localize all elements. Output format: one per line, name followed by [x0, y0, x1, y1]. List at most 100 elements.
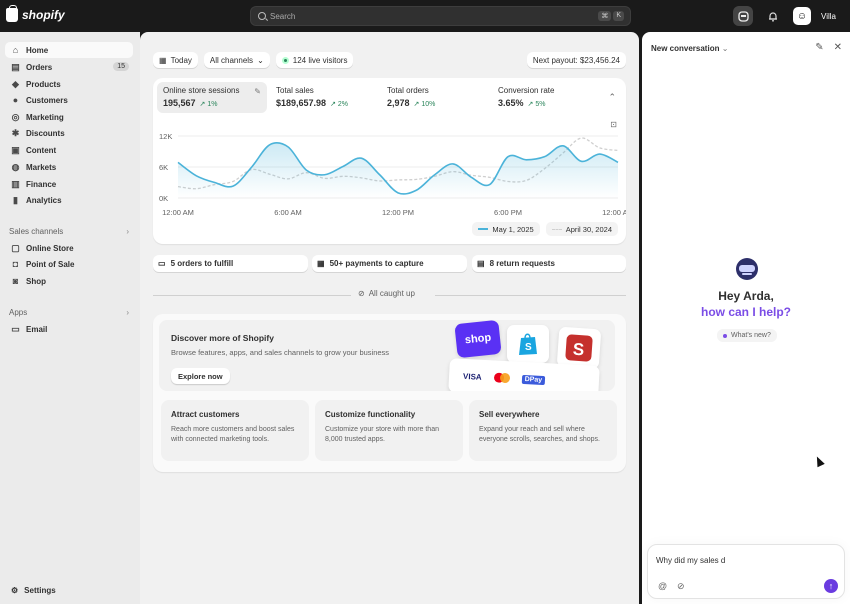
sidebar-item-discounts[interactable]: ✱ Discounts [5, 125, 133, 141]
sidebar-item-point-of-sale[interactable]: ◘ Point of Sale [5, 256, 133, 272]
inbox-icon: ▭ [158, 259, 166, 268]
task-orders-to-fulfill[interactable]: ▭ 5 orders to fulfill [153, 255, 308, 272]
mention-icon[interactable]: @ [658, 581, 667, 591]
sidekick-avatar-icon [736, 258, 758, 280]
send-button[interactable]: ↑ [824, 579, 838, 593]
next-payout-button[interactable]: Next payout: $23,456.24 [526, 52, 626, 68]
close-icon[interactable]: ✕ [834, 42, 842, 53]
metric-label: Total sales [276, 86, 314, 95]
discover-banner: Discover more of Shopify Browse features… [159, 320, 615, 391]
live-visitors-button[interactable]: 124 live visitors [275, 52, 354, 68]
user-name[interactable]: Villa [821, 12, 836, 21]
settings-label: Settings [24, 586, 56, 595]
sidebar-item-home[interactable]: ⌂ Home [5, 42, 133, 58]
metric-change: ↗ 10% [413, 101, 436, 108]
sidekick-button[interactable] [733, 6, 754, 26]
sidebar-item-analytics[interactable]: ▮ Analytics [5, 192, 133, 208]
shopify-logo[interactable]: shopify [6, 5, 65, 22]
sidebar-item-customers[interactable]: ● Customers [5, 92, 133, 108]
attract-customers-card[interactable]: Attract customers Reach more customers a… [161, 400, 309, 461]
shopify-pos-tile: S [556, 326, 602, 370]
sidebar-item-email[interactable]: ▭ Email [5, 321, 133, 337]
legend-current-label: May 1, 2025 [492, 224, 534, 234]
sidebar-item-label: Home [26, 45, 49, 55]
greeting-name: Hey Arda, [718, 289, 774, 303]
metric-change: ↗ 1% [199, 101, 218, 108]
sidebar-item-label: Point of Sale [26, 259, 75, 269]
conversation-selector[interactable]: New conversation ⌄ [651, 44, 728, 53]
apps-label: Apps [9, 308, 28, 317]
metric-sessions[interactable]: Online store sessions 195,567 ↗ 1% ✎ [157, 82, 267, 113]
sidebar-item-label: Finance [26, 179, 57, 189]
notifications-button[interactable] [763, 6, 783, 26]
search-placeholder: Search [270, 12, 296, 21]
discover-card: Discover more of Shopify Browse features… [153, 314, 626, 472]
metric-value: 2,978 ↗ 10% [387, 98, 436, 108]
sidebar-item-label: Online Store [26, 243, 74, 253]
legend-previous[interactable]: April 30, 2024 [545, 222, 618, 236]
whats-new-label: What's new? [731, 332, 771, 339]
user-avatar[interactable]: ☺ [793, 7, 812, 25]
whats-new-button[interactable]: What's new? [717, 329, 777, 342]
legend-line-current [478, 228, 489, 230]
task-label: 8 return requests [489, 259, 555, 268]
apps-header[interactable]: Apps › [9, 308, 129, 317]
sidebar-item-label: Email [26, 324, 48, 334]
message-composer[interactable]: Why did my sales d @ ⊘ ↑ [647, 544, 845, 599]
sell-everywhere-card[interactable]: Sell everywhere Expand your reach and se… [469, 400, 617, 461]
person-icon: ● [12, 94, 19, 105]
sales-channels-label: Sales channels [9, 227, 64, 236]
channel-filter-button[interactable]: All channels ⌄ [203, 52, 270, 68]
message-input[interactable]: Why did my sales d [656, 556, 725, 565]
sidebar-item-marketing[interactable]: ◎ Marketing [5, 109, 133, 125]
settings-link[interactable]: ⚙ Settings [11, 586, 56, 595]
money-icon: ▦ [317, 259, 325, 268]
date-filter-button[interactable]: ▦ Today [153, 52, 198, 68]
x-tick-label: 12:00 PM [382, 208, 414, 217]
explore-now-button[interactable]: Explore now [171, 368, 230, 384]
task-payments-to-capture[interactable]: ▦ 50+ payments to capture [312, 255, 467, 272]
attach-icon[interactable]: ⊘ [677, 581, 685, 592]
sidebar-item-products[interactable]: ◆ Products [5, 76, 133, 92]
discover-subtitle: Browse features, apps, and sales channel… [171, 348, 390, 357]
metric-total-orders[interactable]: Total orders 2,978 ↗ 10% [381, 82, 486, 113]
metric-label: Total orders [387, 86, 429, 95]
calendar-icon: ▦ [159, 55, 167, 65]
top-bar: shopify Search ⌘ K ☺ Villa [0, 0, 850, 32]
sidebar-item-label: Marketing [26, 112, 64, 122]
card-description: Customize your store with more than 8,00… [325, 426, 439, 443]
metric-conversion-rate[interactable]: Conversion rate 3.65% ↗ 5% [492, 82, 597, 113]
sidebar-item-label: Discounts [26, 128, 65, 138]
k-key: K [613, 11, 624, 21]
legend-current[interactable]: May 1, 2025 [472, 222, 540, 236]
arrow-up-icon: ↑ [828, 581, 834, 591]
tag-icon: ◆ [12, 78, 19, 89]
sidebar-item-shop[interactable]: ◙ Shop [5, 273, 133, 289]
task-return-requests[interactable]: ▤ 8 return requests [472, 255, 626, 272]
chevron-right-icon: › [126, 308, 129, 317]
sidebar-item-finance[interactable]: ▥ Finance [5, 176, 133, 192]
divider-right [435, 295, 626, 296]
sidebar-item-online-store[interactable]: ▢ Online Store [5, 240, 133, 256]
sidebar-item-orders[interactable]: ▤ Orders 15 [5, 59, 133, 75]
sidebar-item-label: Content [26, 145, 57, 155]
metric-total-sales[interactable]: Total sales $189,657.98 ↗ 2% [270, 82, 375, 113]
search-bar[interactable]: Search ⌘ K [250, 6, 631, 26]
gear-icon: ⚙ [11, 586, 19, 595]
orders-icon: ▤ [11, 61, 20, 72]
sidebar-item-content[interactable]: ▣ Content [5, 142, 133, 158]
sidebar-item-markets[interactable]: ◍ Markets [5, 159, 133, 175]
dpay-icon: DPay [521, 374, 546, 385]
customize-functionality-card[interactable]: Customize functionality Customize your s… [315, 400, 463, 461]
pencil-icon[interactable]: ✎ [254, 87, 261, 96]
x-tick-label: 6:00 PM [494, 208, 522, 217]
return-icon: ▤ [477, 259, 485, 268]
target-icon: ◎ [11, 111, 20, 122]
visa-icon: VISA [462, 371, 482, 382]
chevron-up-icon[interactable]: ⌃ [608, 92, 616, 103]
sales-channels-header[interactable]: Sales channels › [9, 227, 129, 236]
compose-icon[interactable]: ✎ [815, 42, 823, 53]
chart-legend: May 1, 2025 April 30, 2024 [472, 222, 618, 236]
shopify-bag-icon: S [519, 333, 537, 355]
orders-count-badge: 15 [113, 62, 129, 71]
